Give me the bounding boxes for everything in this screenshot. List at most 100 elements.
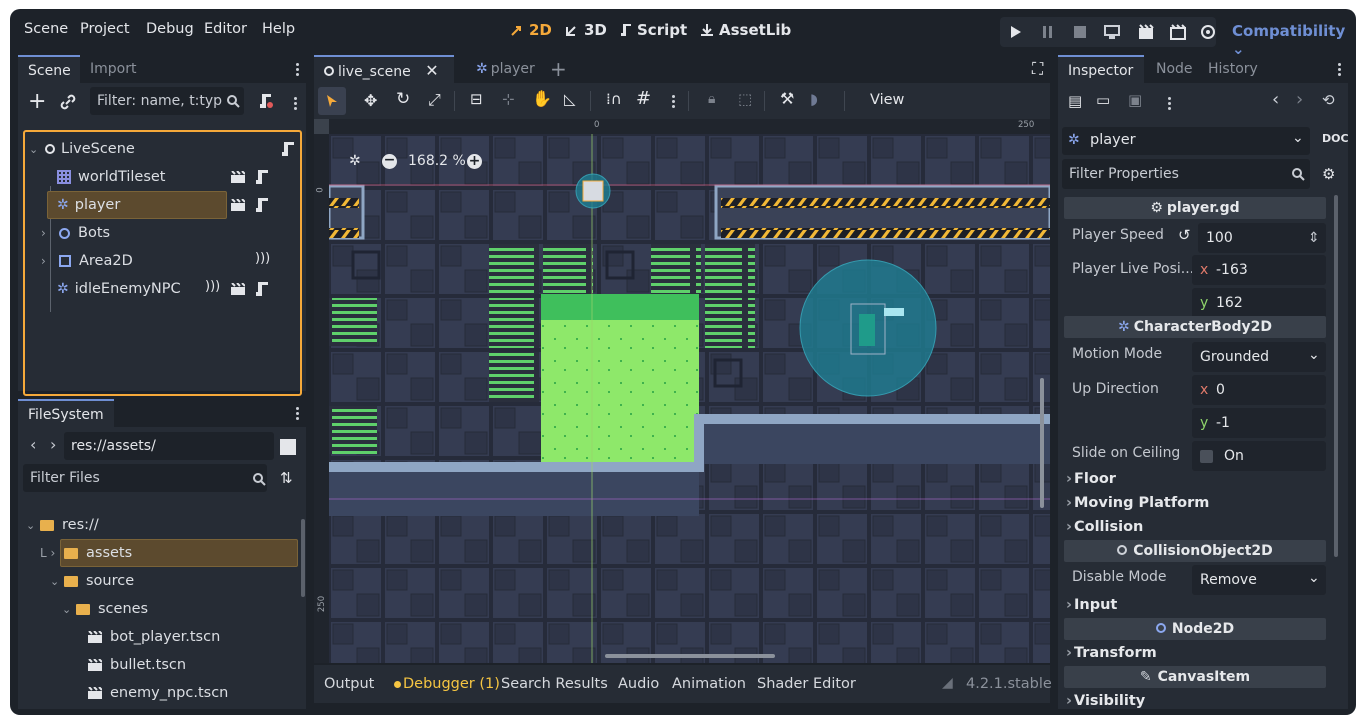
fs-item-source[interactable]: ⌄ source bbox=[18, 567, 298, 595]
bottom-tab-output[interactable]: Output bbox=[324, 665, 374, 703]
close-icon[interactable]: ✕ bbox=[425, 61, 438, 80]
lock-icon[interactable]: 🔒︎ bbox=[708, 91, 715, 107]
snap-options-icon[interactable] bbox=[672, 93, 676, 110]
workspace-3d-button[interactable]: 3D bbox=[565, 21, 607, 39]
renderer-select[interactable]: Compatibility ⌄ bbox=[1232, 22, 1356, 58]
ruler-icon[interactable]: ◺ bbox=[564, 90, 576, 108]
play-custom-scene-icon[interactable] bbox=[1170, 24, 1186, 40]
section-node2d[interactable]: Node2D bbox=[1064, 618, 1326, 640]
chevron-down-icon[interactable]: ⌄ bbox=[26, 519, 40, 532]
tree-item-player[interactable]: ✲ player bbox=[25, 191, 391, 219]
workspace-2d-button[interactable]: 2D bbox=[510, 21, 552, 39]
new-resource-icon[interactable]: ▤ bbox=[1068, 92, 1082, 110]
forward-icon[interactable]: › bbox=[50, 435, 56, 454]
live-pos-x-field[interactable]: x -163 bbox=[1192, 255, 1326, 285]
fs-item-assets[interactable]: L › assets bbox=[18, 539, 298, 567]
stop-icon[interactable] bbox=[1074, 26, 1086, 38]
object-selector[interactable]: ✲ player ⌄ bbox=[1062, 127, 1310, 155]
chevron-down-icon[interactable]: ⌄ bbox=[50, 575, 64, 588]
pan-hand-icon[interactable]: ✋ bbox=[532, 89, 552, 108]
menu-help[interactable]: Help bbox=[262, 21, 295, 37]
v-scrollbar[interactable] bbox=[1040, 378, 1044, 508]
tab-inspector[interactable]: Inspector bbox=[1058, 55, 1144, 83]
scene-dock-menu-icon[interactable] bbox=[296, 61, 300, 78]
add-tab-icon[interactable]: + bbox=[550, 57, 567, 81]
sort-icon[interactable]: ⇅ bbox=[280, 469, 293, 487]
tab-node[interactable]: Node bbox=[1146, 55, 1203, 83]
inspector-scrollbar[interactable] bbox=[1334, 195, 1338, 557]
section-characterbody2d[interactable]: ✲ CharacterBody2D bbox=[1064, 316, 1326, 338]
move-icon[interactable]: ✥ bbox=[364, 91, 377, 110]
script-attach-icon[interactable] bbox=[258, 93, 274, 109]
revert-icon[interactable]: ↺ bbox=[1178, 226, 1191, 244]
filesystem-menu-icon[interactable] bbox=[296, 405, 300, 422]
rotate-icon[interactable]: ↻ bbox=[396, 89, 410, 109]
fs-item-scenes[interactable]: ⌄ scenes bbox=[18, 595, 298, 623]
object-history-icon[interactable]: ⟲ bbox=[1322, 91, 1335, 109]
zoom-level[interactable]: 168.2 % bbox=[408, 153, 466, 169]
up-x-field[interactable]: x0 bbox=[1192, 375, 1326, 405]
inspector-menu-icon[interactable] bbox=[1338, 61, 1342, 78]
bottom-tab-shader[interactable]: Shader Editor bbox=[757, 665, 856, 703]
h-scrollbar[interactable] bbox=[605, 654, 775, 658]
tree-item-area2d[interactable]: › Area2D ))) bbox=[25, 247, 403, 275]
chevron-down-icon[interactable]: ⌄ bbox=[29, 143, 45, 156]
property-settings-icon[interactable]: ⚙ bbox=[1322, 165, 1335, 183]
section-script[interactable]: ⚙ player.gd bbox=[1064, 197, 1326, 219]
property-filter-input[interactable]: Filter Properties bbox=[1062, 159, 1310, 189]
tab-filesystem[interactable]: FileSystem bbox=[18, 399, 114, 427]
scene-options-icon[interactable] bbox=[294, 95, 298, 112]
tree-item-worldtileset[interactable]: worldTileset bbox=[25, 163, 436, 191]
clapper-icon[interactable] bbox=[231, 283, 245, 295]
game-canvas[interactable] bbox=[329, 134, 1050, 663]
signal-icon[interactable]: ))) bbox=[205, 279, 220, 294]
file-filter-input[interactable]: Filter Files bbox=[23, 464, 267, 492]
live-pos-y-field[interactable]: y 162 bbox=[1192, 288, 1326, 318]
tab-scene[interactable]: Scene bbox=[18, 55, 80, 83]
pivot-icon[interactable]: ⊹ bbox=[502, 90, 515, 108]
skeleton-icon[interactable]: ⚒ bbox=[780, 89, 794, 108]
pause-icon[interactable] bbox=[1042, 25, 1054, 39]
smart-snap-icon[interactable]: ⁞∩ bbox=[606, 90, 622, 108]
group-transform[interactable]: › Transform bbox=[1066, 645, 1157, 661]
group-moving-platform[interactable]: › Moving Platform bbox=[1066, 495, 1209, 511]
fs-item-enemy-npc[interactable]: enemy_npc.tscn bbox=[18, 679, 298, 707]
add-node-icon[interactable]: + bbox=[28, 91, 46, 113]
tab-player[interactable]: ✲ player bbox=[466, 55, 545, 83]
tab-history[interactable]: History bbox=[1198, 55, 1268, 83]
open-folder-icon[interactable]: ▭ bbox=[1096, 91, 1110, 109]
selectable-nodes-icon[interactable]: ⊟ bbox=[470, 90, 483, 108]
tree-item-bots[interactable]: › Bots bbox=[25, 219, 381, 247]
bottom-tab-search[interactable]: Search Results bbox=[501, 665, 608, 703]
script-icon[interactable] bbox=[255, 197, 269, 213]
workspace-assetlib-button[interactable]: AssetLib bbox=[700, 21, 791, 39]
center-view-icon[interactable]: ✲ bbox=[349, 153, 361, 169]
save-icon[interactable]: ▣ bbox=[1128, 91, 1142, 109]
docs-icon[interactable]: DOC bbox=[1322, 132, 1349, 145]
scale-icon[interactable]: ⤢ bbox=[428, 90, 441, 110]
zoom-in-icon[interactable]: + bbox=[467, 154, 482, 169]
workspace-script-button[interactable]: Script bbox=[620, 21, 687, 39]
back-icon[interactable]: ‹ bbox=[30, 435, 36, 454]
clapper-icon[interactable] bbox=[231, 171, 245, 183]
select-tool-button[interactable] bbox=[318, 87, 346, 115]
clapper-icon[interactable] bbox=[231, 199, 245, 211]
group-visibility[interactable]: › Visibility bbox=[1066, 693, 1145, 709]
chevron-right-icon[interactable]: › bbox=[41, 254, 55, 268]
link-icon[interactable] bbox=[60, 94, 76, 110]
script-icon[interactable] bbox=[255, 281, 269, 297]
menu-project[interactable]: Project bbox=[80, 21, 130, 37]
path-input[interactable]: res://assets/ bbox=[64, 432, 274, 460]
distraction-free-icon[interactable]: ⛶ bbox=[1032, 59, 1043, 79]
grid-snap-icon[interactable]: # bbox=[636, 88, 651, 109]
scrollbar[interactable] bbox=[301, 519, 305, 597]
viewport[interactable]: 0 250 0 250 ✲ − 168.2 % + bbox=[314, 119, 1050, 663]
history-back-icon[interactable]: ‹ bbox=[1272, 89, 1279, 110]
fs-item-bot-player[interactable]: bot_player.tscn bbox=[18, 623, 298, 651]
player-sprite[interactable] bbox=[582, 180, 604, 202]
signal-icon[interactable]: ))) bbox=[255, 251, 270, 266]
tab-live-scene[interactable]: live_scene ✕ bbox=[314, 55, 454, 83]
bottom-tab-debugger[interactable]: Debugger (1) bbox=[403, 665, 500, 703]
up-y-field[interactable]: y -1 bbox=[1192, 408, 1326, 438]
group-input[interactable]: › Input bbox=[1066, 597, 1117, 613]
